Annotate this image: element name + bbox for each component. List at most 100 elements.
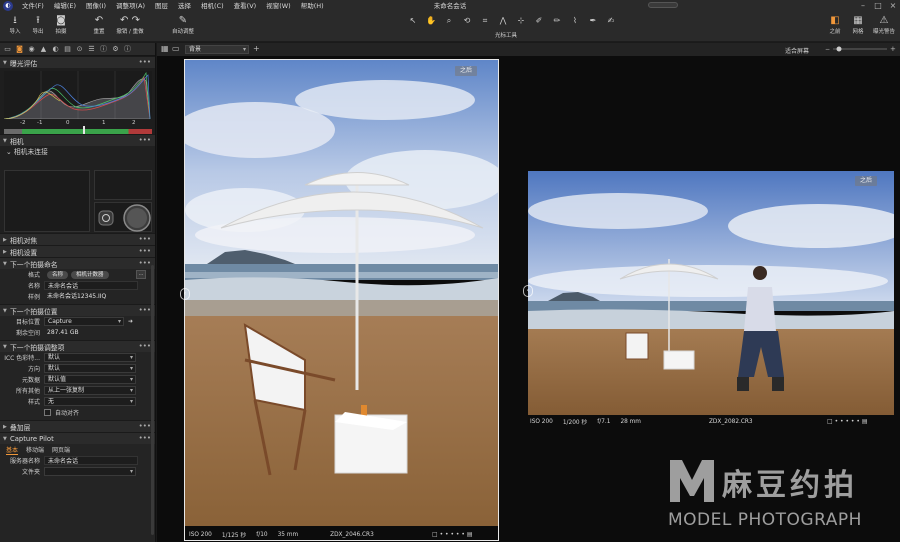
more-options-icon[interactable]: •••: [139, 135, 151, 145]
zoom-tool-icon[interactable]: ⌕: [442, 15, 456, 27]
next-capture-location-header[interactable]: ▼ 下一个拍摄位置 •••: [0, 304, 155, 316]
grid-button[interactable]: ▦ 网格: [848, 14, 868, 36]
gradient-tool-icon[interactable]: ⌇: [568, 15, 582, 27]
spot-tool-icon[interactable]: ⊹: [514, 15, 528, 27]
metadata-tab-icon[interactable]: ⓘ: [99, 45, 108, 54]
batch-tab-icon[interactable]: ⓘ: [123, 45, 132, 54]
other-adjustments-select[interactable]: 从上一张复制: [44, 386, 136, 395]
before-button[interactable]: ◧ 之前: [824, 14, 846, 36]
camera-section-header[interactable]: ▼ 相机 •••: [0, 134, 155, 146]
folder-select[interactable]: [44, 467, 136, 476]
capture-button[interactable]: ◙ 拍摄: [50, 14, 72, 36]
menu-edit[interactable]: 编辑(E): [49, 0, 81, 12]
more-options-icon[interactable]: •••: [139, 57, 151, 67]
destination-select[interactable]: Capture: [44, 317, 124, 326]
more-options-icon[interactable]: •••: [139, 258, 151, 268]
library-tab-icon[interactable]: ▭: [3, 45, 12, 54]
navigation-handle-left[interactable]: ‹: [180, 288, 190, 300]
exposure-tab-icon[interactable]: ◐: [51, 45, 60, 54]
style-select[interactable]: 无: [44, 397, 136, 406]
zoom-slider[interactable]: [833, 45, 887, 53]
undo-redo-button[interactable]: ↶ ↷ 撤销 / 重做: [112, 14, 148, 36]
zoom-in-icon[interactable]: +: [890, 45, 896, 53]
menu-help[interactable]: 帮助(H): [296, 0, 329, 12]
expand-caret-icon: ▶: [3, 248, 7, 255]
menu-camera[interactable]: 相机(C): [196, 0, 229, 12]
capture-tab-icon[interactable]: ◙: [15, 45, 24, 54]
pan-tool-icon[interactable]: ✋: [424, 15, 438, 27]
menu-view[interactable]: 查看(V): [229, 0, 262, 12]
camera-settings-header[interactable]: ▶ 相机设置 •••: [0, 245, 155, 257]
rotate-tool-icon[interactable]: ⟲: [460, 15, 474, 27]
navigation-handle-left-2[interactable]: ‹: [523, 285, 533, 297]
layers-tab-icon[interactable]: ▤: [63, 45, 72, 54]
menu-select[interactable]: 选择: [173, 0, 196, 12]
overlay-header[interactable]: ▶ 叠加层 •••: [0, 420, 155, 432]
icc-profile-select[interactable]: 默认: [44, 353, 136, 362]
zoom-mode-label[interactable]: 适合屏幕: [785, 46, 809, 55]
picker-tool-icon[interactable]: ✒: [586, 15, 600, 27]
app-logo-icon[interactable]: ◐: [3, 1, 13, 11]
exposure-evaluation-header[interactable]: ▼ 曝光评估 •••: [0, 56, 155, 68]
camera-focus-header[interactable]: ▶ 相机对焦 •••: [0, 233, 155, 245]
server-name-field[interactable]: 未命名会话: [44, 456, 138, 465]
reset-button[interactable]: ↶ 重置: [88, 14, 110, 36]
metadata-select[interactable]: 默认值: [44, 375, 136, 384]
brush-tool-icon[interactable]: ✐: [532, 15, 546, 27]
photo-variant-1[interactable]: 之后 ‹ ISO 200 1/125 秒 f/10 35 mm ZDX_2046…: [180, 59, 499, 541]
auto-adjust-button[interactable]: ✎ 自动调整: [168, 14, 198, 36]
zoom-out-icon[interactable]: −: [825, 46, 830, 53]
orientation-select[interactable]: 默认: [44, 364, 136, 373]
more-options-icon[interactable]: •••: [139, 341, 151, 351]
crop-tool-icon[interactable]: ⌗: [478, 15, 492, 27]
photo-2-rating[interactable]: □ • • • • • ▤: [827, 418, 867, 425]
capture-pilot-header[interactable]: ▼ Capture Pilot •••: [0, 432, 155, 444]
annotate-tool-icon[interactable]: ✍: [604, 15, 618, 27]
exposure-scale: -2 -1 0 1 2: [20, 120, 136, 126]
import-button[interactable]: ⭳ 导入: [4, 14, 26, 36]
adjust-tab-icon[interactable]: ☰: [87, 45, 96, 54]
naming-format-tokens[interactable]: 名称 相机计数器: [44, 270, 112, 279]
tab-basic[interactable]: 基本: [6, 445, 19, 455]
format-edit-button[interactable]: …: [136, 270, 146, 279]
export-button[interactable]: ⭱ 导出: [27, 14, 49, 36]
lens-tab-icon[interactable]: ◉: [27, 45, 36, 54]
more-options-icon[interactable]: •••: [139, 433, 151, 443]
next-capture-adjustments-header[interactable]: ▼ 下一个拍摄调整项 •••: [0, 340, 155, 352]
tab-mobile[interactable]: 移动端: [26, 445, 44, 454]
details-tab-icon[interactable]: ⊙: [75, 45, 84, 54]
grid-view-icon[interactable]: ▦: [161, 44, 169, 53]
menu-file[interactable]: 文件(F): [17, 0, 49, 12]
select-tool-icon[interactable]: ↖: [406, 15, 420, 27]
single-view-icon[interactable]: ▭: [172, 44, 180, 53]
tab-web[interactable]: 网页端: [52, 445, 70, 454]
photo-variant-2[interactable]: 之后 ‹ ISO 200 1/200 秒 f/7.1 28 mm ZDX_208…: [523, 171, 894, 427]
format-token-name[interactable]: 名称: [47, 271, 69, 279]
keystone-tool-icon[interactable]: ⋀: [496, 15, 510, 27]
next-capture-naming-header[interactable]: ▼ 下一个拍摄命名 •••: [0, 257, 155, 269]
eraser-tool-icon[interactable]: ✏: [550, 15, 564, 27]
close-icon[interactable]: ×: [886, 0, 900, 12]
panel-scrollbar[interactable]: [151, 265, 154, 535]
activity-indicator[interactable]: [648, 2, 678, 8]
photo-1-rating[interactable]: □ • • • • • ▤: [432, 531, 472, 538]
more-options-icon[interactable]: •••: [139, 305, 151, 315]
minimize-icon[interactable]: –: [856, 0, 870, 12]
exposure-warning-button[interactable]: ⚠ 曝光警告: [868, 14, 900, 36]
format-token-counter[interactable]: 相机计数器: [71, 271, 109, 279]
add-layer-icon[interactable]: +: [253, 44, 260, 53]
more-options-icon[interactable]: •••: [139, 234, 151, 244]
arrow-right-icon[interactable]: ➜: [128, 318, 133, 325]
menu-window[interactable]: 视窗(W): [261, 0, 296, 12]
more-options-icon[interactable]: •••: [139, 421, 151, 431]
more-options-icon[interactable]: •••: [139, 246, 151, 256]
menu-adjustments[interactable]: 调整项(A): [111, 0, 150, 12]
menu-image[interactable]: 图像(I): [81, 0, 111, 12]
color-tab-icon[interactable]: ▲: [39, 45, 48, 54]
maximize-icon[interactable]: □: [871, 0, 885, 12]
naming-name-field[interactable]: 未命名会话: [44, 281, 138, 290]
menu-layers[interactable]: 图层: [150, 0, 173, 12]
layer-select[interactable]: 背景: [185, 45, 249, 54]
output-tab-icon[interactable]: ⚙: [111, 45, 120, 54]
auto-align-checkbox[interactable]: [44, 409, 51, 416]
